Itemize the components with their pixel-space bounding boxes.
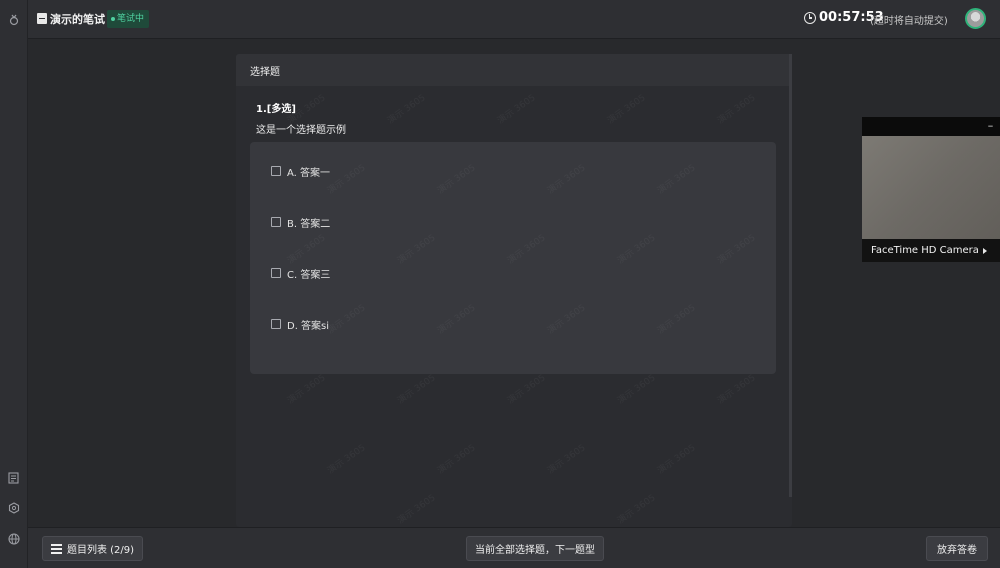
question-text: 这是一个选择题示例 <box>256 125 346 136</box>
watermark: 演示 3605 <box>615 493 658 527</box>
notes-icon[interactable] <box>6 470 22 486</box>
watermark: 演示 3605 <box>395 373 438 407</box>
checkbox[interactable] <box>271 268 281 278</box>
left-rail <box>0 0 28 568</box>
option-d[interactable]: D. 答案si <box>271 316 329 332</box>
option-a[interactable]: A. 答案一 <box>271 163 330 179</box>
top-bar: 演示的笔试 笔试中 00:57:53 (超时将自动提交) <box>28 0 1000 39</box>
option-label: A. 答案一 <box>287 167 331 179</box>
camera-name: FaceTime HD Camera <box>871 245 979 256</box>
section-title: 选择题 <box>250 67 280 78</box>
watermark: 演示 3605 <box>605 93 648 127</box>
option-label: C. 答案三 <box>287 269 331 281</box>
watermark: 演示 3605 <box>615 373 658 407</box>
watermark: 演示 3605 <box>715 373 758 407</box>
scrollbar[interactable] <box>789 54 792 497</box>
tool-icon[interactable] <box>6 11 22 27</box>
watermark: 演示 3605 <box>385 93 428 127</box>
watermark: 演示 3605 <box>395 493 438 527</box>
exam-icon <box>37 13 47 24</box>
watermark: 演示 3605 <box>435 443 478 477</box>
checkbox[interactable] <box>271 166 281 176</box>
bottom-bar: 题目列表 (2/9) 当前全部选择题，下一题型 放弃答卷 <box>28 527 1000 568</box>
camera-titlebar: – <box>862 117 1000 136</box>
watermark: 演示 3605 <box>655 443 698 477</box>
watermark: 演示 3605 <box>545 443 588 477</box>
options-panel: A. 答案一 B. 答案二 C. 答案三 D. 答案si <box>250 142 776 374</box>
camera-feed <box>862 136 1000 239</box>
play-arrow-icon[interactable] <box>983 248 987 254</box>
checkbox[interactable] <box>271 217 281 227</box>
checkbox[interactable] <box>271 319 281 329</box>
camera-preview: – FaceTime HD Camera <box>862 117 1000 262</box>
option-c[interactable]: C. 答案三 <box>271 265 330 281</box>
hexagon-settings-icon[interactable] <box>6 500 22 516</box>
watermark: 演示 3605 <box>715 93 758 127</box>
option-label: D. 答案si <box>287 320 330 332</box>
avatar[interactable] <box>965 8 986 29</box>
question-number: 1.[多选] <box>256 104 296 115</box>
abandon-exam-button[interactable]: 放弃答卷 <box>926 536 988 561</box>
watermark: 演示 3605 <box>285 373 328 407</box>
timer-note: (超时将自动提交) <box>870 16 948 27</box>
next-section-label: 当前全部选择题，下一题型 <box>475 545 595 556</box>
watermark: 演示 3605 <box>495 93 538 127</box>
list-icon <box>50 543 62 554</box>
watermark: 演示 3605 <box>325 443 368 477</box>
question-list-button[interactable]: 题目列表 (2/9) <box>42 536 143 561</box>
abandon-label: 放弃答卷 <box>937 545 977 556</box>
question-card: 选择题 1.[多选] 这是一个选择题示例 A. 答案一 B. 答案二 C. 答案… <box>236 54 792 527</box>
globe-icon[interactable] <box>6 531 22 547</box>
option-label: B. 答案二 <box>287 218 331 230</box>
section-header: 选择题 <box>236 54 792 86</box>
clock-icon <box>804 12 816 24</box>
exam-title: 演示的笔试 <box>50 13 105 26</box>
next-section-button[interactable]: 当前全部选择题，下一题型 <box>466 536 604 561</box>
option-b[interactable]: B. 答案二 <box>271 214 330 230</box>
question-list-label: 题目列表 (2/9) <box>66 545 135 556</box>
status-badge: 笔试中 <box>107 10 150 28</box>
watermark: 演示 3605 <box>505 373 548 407</box>
minimize-icon[interactable]: – <box>986 120 995 131</box>
